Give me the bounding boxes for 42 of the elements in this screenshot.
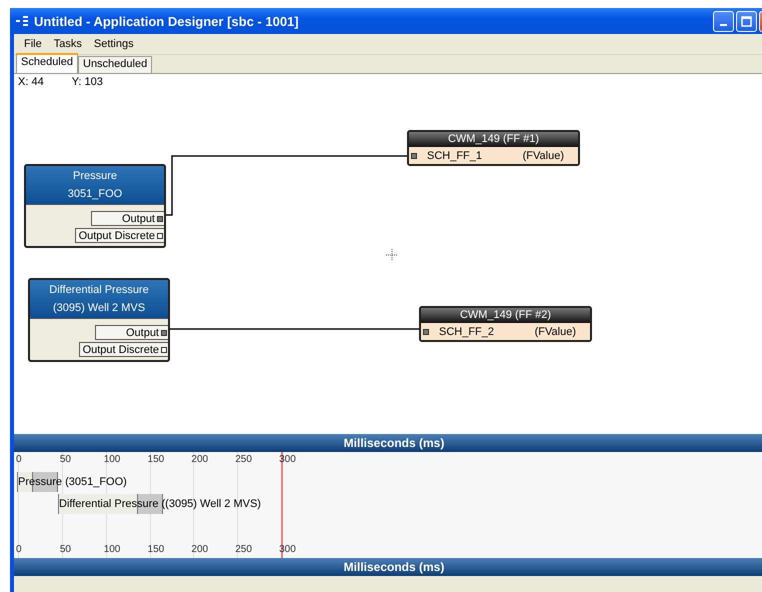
tick-label: 0	[16, 454, 22, 465]
y-coordinate: Y: 103	[72, 76, 103, 88]
menu-item[interactable]: Settings	[88, 38, 140, 50]
tick-label: 250	[235, 544, 252, 555]
tab[interactable]: Scheduled	[16, 53, 78, 73]
tick-label: 0	[16, 544, 22, 555]
node-subtitle: 3051_FOO	[68, 188, 122, 200]
value-type: (FValue)	[522, 150, 565, 162]
block-title: CWM_149 (FF #1)	[409, 132, 578, 147]
timeline-footer: Milliseconds (ms)	[14, 558, 762, 576]
x-coordinate: X: 44	[18, 76, 44, 88]
tick-label: 200	[191, 544, 208, 555]
input-name: SCH_FF_1	[427, 150, 484, 162]
output-port[interactable]: Output Discrete	[78, 342, 168, 357]
tick-label: 50	[60, 454, 71, 465]
value-type: (FValue)	[534, 326, 577, 338]
menu-item[interactable]: File	[18, 38, 48, 50]
tick-label: 50	[60, 544, 71, 555]
execution-bar: Pressure (3051_FOO)	[17, 472, 129, 492]
menu-item[interactable]: Tasks	[48, 38, 88, 50]
output-port[interactable]: Output	[91, 211, 164, 226]
node-subtitle: (3095) Well 2 MVS	[52, 302, 146, 314]
tab[interactable]: Unscheduled	[78, 56, 152, 73]
timeline-header: Milliseconds (ms)	[14, 434, 762, 452]
output-port[interactable]: Output Discrete	[74, 228, 164, 243]
tick-label: 200	[191, 454, 208, 465]
device-node[interactable]: Pressure 3051_FOO Output Output Discrete	[24, 164, 166, 248]
device-node[interactable]: Differential Pressure (3095) Well 2 MVS Output Output Discrete	[28, 278, 170, 362]
tick-label: 100	[104, 454, 120, 465]
input-name: SCH_FF_2	[439, 326, 496, 338]
function-block[interactable]: CWM_149 (FF #2) SCH_FF_2 (FValue)	[419, 306, 592, 342]
execution-bar: Differential Pressure ((3095) Well 2 MVS)	[58, 494, 263, 514]
node-title: Pressure	[72, 170, 118, 182]
output-port[interactable]: Output	[95, 325, 168, 340]
window-title: Untitled - Application Designer [sbc - 1001]	[34, 14, 300, 28]
block-title: CWM_149 (FF #2)	[421, 308, 590, 323]
tick-label: 150	[148, 454, 164, 465]
tick-label: 100	[104, 544, 120, 555]
node-title: Differential Pressure	[49, 284, 149, 296]
function-block[interactable]: CWM_149 (FF #1) SCH_FF_1 (FValue)	[407, 130, 580, 166]
tick-label: 250	[235, 454, 252, 465]
tick-label: 150	[148, 544, 164, 555]
